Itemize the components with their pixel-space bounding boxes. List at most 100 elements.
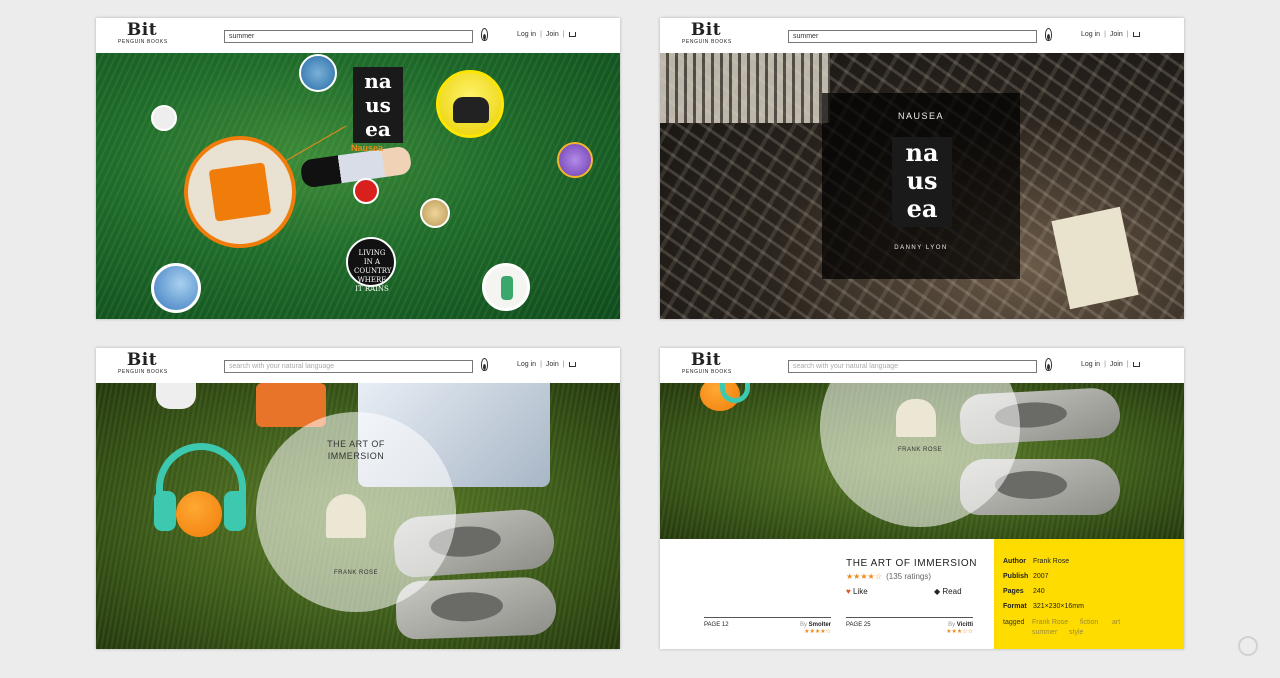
meta-label: Author — [1003, 558, 1026, 565]
heart-icon: ♥ — [846, 587, 851, 596]
meta-value: Frank Rose — [1032, 558, 1070, 565]
penguin-icon[interactable] — [481, 28, 488, 41]
watermark-icon — [1233, 631, 1263, 661]
book-circle-yellow[interactable] — [436, 70, 504, 138]
logo-subtitle: PENGUIN BOOKS — [682, 369, 732, 375]
review-card[interactable]: PAGE 12 By Smolter ★★★★☆ — [704, 617, 831, 635]
account-nav: Log in | Join | — [1078, 361, 1143, 368]
meta-author: Author Frank Rose — [1003, 554, 1084, 569]
tag-link[interactable]: Frank Rose — [1032, 619, 1068, 626]
join-link[interactable]: Join — [1110, 361, 1123, 368]
book-circle-blue[interactable] — [299, 54, 337, 92]
nav-separator: | — [1104, 361, 1106, 368]
logo[interactable]: Bit PENGUIN BOOKS — [118, 351, 167, 376]
book-circle-white[interactable] — [482, 263, 530, 311]
review-page: PAGE 12 — [704, 622, 729, 628]
book-circle-black[interactable]: LIVING IN A COUNTRY WHERE IT RAINS — [346, 237, 396, 293]
book-circle-sky[interactable] — [151, 263, 201, 313]
meta-value: 321×230×16mm — [1032, 603, 1084, 610]
book-cover-art — [326, 494, 366, 538]
tag-link[interactable]: art — [1112, 619, 1120, 626]
penguin-icon[interactable] — [1045, 28, 1052, 41]
join-link[interactable]: Join — [546, 31, 559, 38]
preview-author: FRANK ROSE — [333, 570, 378, 576]
tag-link[interactable]: fiction — [1080, 619, 1098, 626]
cart-icon[interactable] — [568, 362, 576, 367]
penguin-icon[interactable] — [1045, 358, 1052, 371]
cover-letters: na us ea — [905, 138, 939, 223]
black-book-text: LIVING IN A COUNTRY WHERE IT RAINS — [354, 249, 392, 293]
login-link[interactable]: Log in — [517, 31, 536, 38]
nav-separator: | — [1126, 31, 1129, 38]
search-input[interactable]: search with your natural language — [224, 360, 473, 373]
book-overlay: NAUSEA na us ea DANNY LYON — [822, 93, 1020, 279]
read-button[interactable]: ◆ Read — [934, 587, 962, 596]
review-card[interactable]: PAGE 25 By Vicitti ★★★☆☆ — [846, 617, 973, 635]
lawn-background: FRANK ROSE — [660, 348, 1184, 539]
nav-separator: | — [562, 361, 565, 368]
nausea-cover[interactable]: na us ea — [353, 67, 403, 143]
like-button[interactable]: ♥ Like — [846, 587, 868, 596]
preview-title: THE ART OF IMMERSION — [256, 438, 456, 462]
logo-mark: Bit — [690, 350, 722, 370]
headphone-cup-right — [224, 491, 246, 531]
book-circle-red[interactable] — [353, 178, 379, 204]
account-nav: Log in | Join | — [1078, 31, 1143, 38]
cart-icon[interactable] — [1132, 362, 1140, 367]
tag-link[interactable]: summer — [1032, 629, 1057, 636]
review-page: PAGE 25 — [846, 622, 871, 628]
book-circle-purple[interactable] — [557, 142, 593, 178]
screen-circle-preview: Bit PENGUIN BOOKS search with your natur… — [96, 348, 620, 649]
logo[interactable]: Bit PENGUIN BOOKS — [682, 350, 731, 376]
meta-label: Pages — [1003, 588, 1024, 595]
grass-background: na us ea Nausea LIVING IN A COUNTRY WHER… — [96, 53, 620, 319]
meta-list: Author Frank Rose Publish 2007 Pages 240… — [1003, 554, 1084, 614]
logo-mark: Bit — [126, 20, 158, 40]
search-input[interactable]: search with your natural language — [788, 360, 1037, 373]
join-link[interactable]: Join — [1110, 31, 1123, 38]
nausea-cover[interactable]: na us ea — [892, 137, 952, 227]
book-circle-small[interactable] — [151, 105, 177, 131]
login-link[interactable]: Log in — [517, 361, 536, 368]
rating-stars: ★★★★☆ — [846, 572, 882, 581]
nav-separator: | — [540, 361, 542, 368]
header: Bit PENGUIN BOOKS search with your natur… — [96, 348, 620, 383]
figure-art — [501, 276, 513, 300]
logo-subtitle: PENGUIN BOOKS — [682, 39, 732, 45]
yellow-book-art — [453, 97, 489, 123]
logo[interactable]: Bit PENGUIN BOOKS — [118, 20, 167, 46]
review-stars: ★★★★☆ — [804, 629, 831, 635]
penguin-icon[interactable] — [481, 358, 488, 371]
cart-icon[interactable] — [1132, 32, 1140, 37]
join-link[interactable]: Join — [546, 361, 559, 368]
meta-value: 2007 — [1032, 573, 1049, 580]
book-title[interactable]: Nausea — [351, 143, 383, 153]
login-link[interactable]: Log in — [1081, 361, 1100, 368]
preview-title-line1: THE ART OF — [327, 439, 385, 449]
book-circle-large[interactable] — [184, 136, 296, 248]
bookmark-icon: ◆ — [934, 587, 941, 596]
cover-letters: na us ea — [364, 69, 392, 141]
book-info-panel: THE ART OF IMMERSION ★★★★☆ (135 ratings)… — [660, 539, 994, 649]
overlay-title: NAUSEA — [897, 111, 944, 121]
messy-room-background: NAUSEA na us ea DANNY LYON — [660, 53, 1184, 319]
search-input[interactable]: summer — [224, 30, 473, 43]
preview-circle[interactable]: THE ART OF IMMERSION FRANK ROSE — [256, 412, 456, 612]
nav-separator: | — [540, 31, 542, 38]
orange — [176, 491, 222, 537]
like-label: Like — [852, 587, 868, 596]
preview-title-line2: IMMERSION — [327, 451, 385, 461]
book-circle-tan[interactable] — [420, 198, 450, 228]
tag-link[interactable]: style — [1069, 629, 1083, 636]
login-link[interactable]: Log in — [1081, 31, 1100, 38]
header: Bit PENGUIN BOOKS search with your natur… — [660, 348, 1184, 383]
cart-icon[interactable] — [568, 32, 576, 37]
radiator — [660, 53, 830, 123]
nav-separator: | — [562, 31, 565, 38]
logo-mark: Bit — [690, 20, 722, 40]
book-cover-art — [896, 399, 936, 437]
account-nav: Log in | Join | — [514, 31, 579, 38]
search-input[interactable]: summer — [788, 30, 1037, 43]
logo[interactable]: Bit PENGUIN BOOKS — [682, 20, 731, 46]
cup — [156, 383, 196, 409]
